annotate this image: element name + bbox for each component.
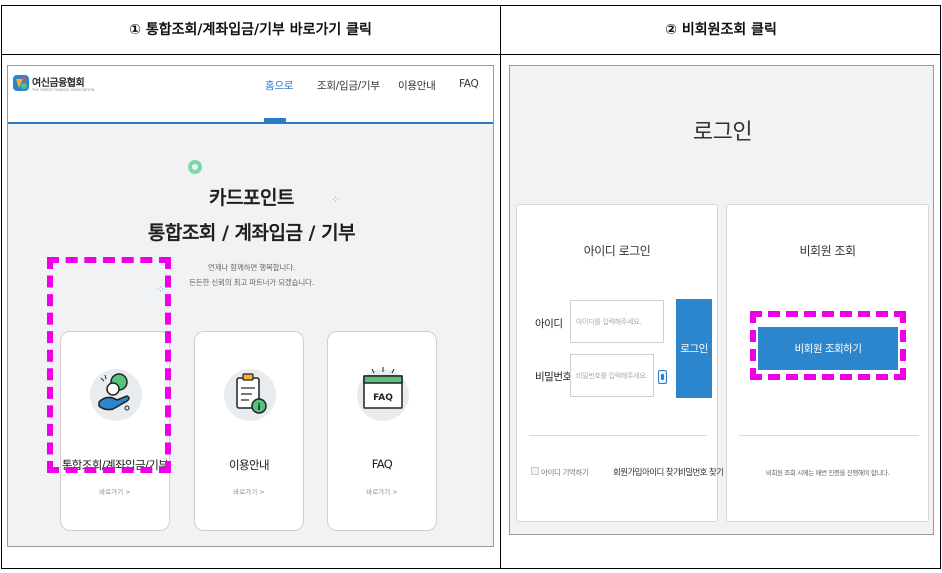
svg-text:i: i [257, 403, 260, 413]
step1-caption: ① 통합조회/계좌입금/기부 바로가기 클릭 [129, 22, 372, 38]
signup-link[interactable]: 회원가입 [613, 466, 642, 478]
card-shortcut-link[interactable]: 바로가기 > [61, 486, 169, 496]
svg-text:FAQ: FAQ [373, 393, 393, 403]
logo-title[interactable]: 여신금융협회 [32, 74, 85, 89]
remember-id-label[interactable]: 아이디 기억하기 [541, 467, 589, 478]
hero-title-line1: 카드포인트 [209, 187, 294, 209]
clipboard-info-icon: i [224, 369, 276, 421]
nav-home[interactable]: 홈으로 [265, 78, 293, 93]
remember-id-checkbox[interactable] [531, 467, 539, 475]
card-faq[interactable]: FAQ FAQ 바로가기 > [327, 331, 437, 531]
password-label: 비밀번호 [535, 371, 572, 383]
decorative-ring-icon [188, 160, 202, 174]
card-title: FAQ [371, 457, 393, 471]
id-label: 아이디 [535, 318, 563, 330]
id-input[interactable]: 아이디를 입력해주세요. [570, 300, 664, 343]
nav-lookup-deposit-donate[interactable]: 조회/입금/기부 [317, 78, 380, 93]
step2-caption: ② 비회원조회 클릭 [665, 22, 777, 38]
faq-window-icon: FAQ [357, 367, 409, 421]
card-shortcut-link[interactable]: 바로가기 > [328, 486, 436, 496]
highlight-box-step1 [47, 257, 171, 473]
nav-usage-guide[interactable]: 이용안내 [398, 78, 436, 93]
nav-active-indicator [264, 118, 286, 122]
divider [529, 435, 707, 436]
login-page-title: 로그인 [692, 120, 753, 145]
password-input[interactable]: 비밀번호를 입력해주세요. [570, 354, 654, 397]
id-login-box: 아이디 로그인 아이디 아이디를 입력해주세요. 비밀번호 비밀번호를 입력해주… [516, 204, 724, 522]
find-id-link[interactable]: 아이디 찾기 [642, 466, 681, 478]
highlight-box-step2 [750, 311, 906, 380]
keypad-icon[interactable] [658, 370, 667, 384]
card-title: 이용안내 [229, 458, 270, 472]
divider [739, 435, 919, 436]
top-nav-bar: 여신금융협회 THE CREDIT FINANCE ASSOCIATION 홈으… [8, 66, 493, 124]
guest-lookup-title: 비회원 조회 [799, 244, 856, 258]
credit-finance-logo-icon [13, 75, 29, 91]
card-shortcut-link[interactable]: 바로가기 > [195, 486, 303, 496]
login-button[interactable]: 로그인 [676, 299, 712, 398]
header-divider [1, 54, 941, 55]
login-page-screenshot: 로그인 아이디 로그인 아이디 아이디를 입력해주세요. 비밀번호 비밀번호를 … [509, 65, 934, 535]
hero-title-line2: 통합조회 / 계좌입금 / 기부 [147, 222, 356, 244]
id-login-title: 아이디 로그인 [583, 244, 651, 258]
logo-subtitle: THE CREDIT FINANCE ASSOCIATION [32, 88, 95, 92]
guest-lookup-note: 비회원 조회 시에는 매번 인증을 진행해야 합니다. [765, 469, 890, 477]
nav-faq[interactable]: FAQ [459, 78, 479, 90]
column-divider [500, 5, 501, 569]
find-password-link[interactable]: 비밀번호 찾기 [678, 466, 724, 478]
card-usage-guide[interactable]: i 이용안내 바로가기 > [194, 331, 304, 531]
